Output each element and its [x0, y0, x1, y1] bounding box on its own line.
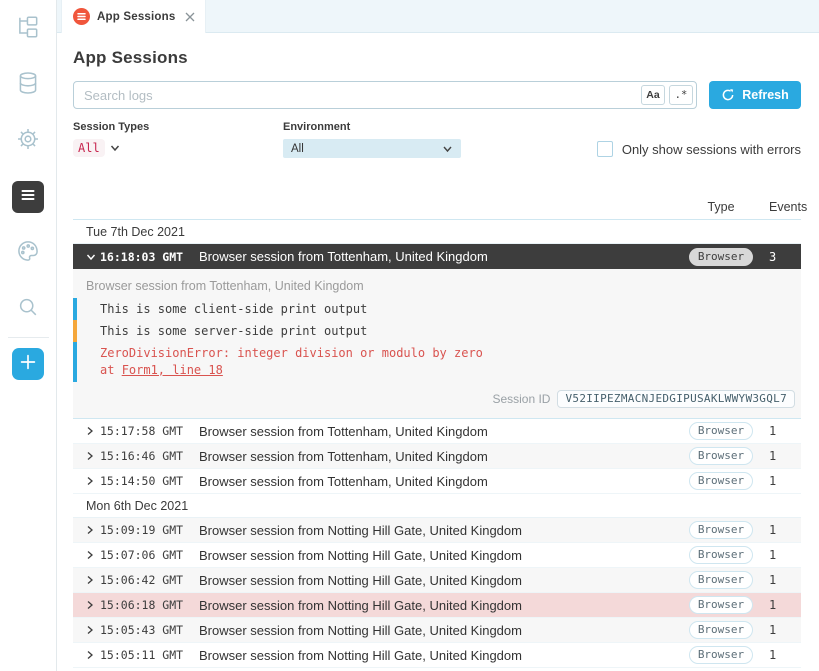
chevron-down-icon: [110, 144, 120, 152]
gear-icon: [15, 126, 41, 157]
session-row[interactable]: 15:05:43 GMT Browser session from Nottin…: [73, 618, 801, 643]
search-input[interactable]: [84, 88, 637, 103]
session-id-row: Session ID V52IIPEZMACNJEDGIPUSAKLWWYW3G…: [73, 390, 801, 408]
session-type-badge: Browser: [689, 248, 753, 266]
search-row: Aa .* Refresh: [73, 81, 801, 109]
type-column-header: Type: [687, 200, 755, 214]
sitemap-icon: [15, 14, 41, 45]
session-type-badge: Browser: [689, 447, 753, 465]
refresh-icon: [721, 88, 735, 102]
table-header: Type Events: [73, 194, 801, 220]
environment-label: Environment: [283, 121, 541, 133]
session-row-expanded[interactable]: 16:18:03 GMT Browser session from Totten…: [73, 244, 801, 269]
session-row[interactable]: 15:07:06 GMT Browser session from Nottin…: [73, 543, 801, 568]
errors-only-checkbox[interactable]: [597, 141, 613, 157]
session-type-badge: Browser: [689, 521, 753, 539]
session-row[interactable]: 15:17:58 GMT Browser session from Totten…: [73, 419, 801, 444]
session-row[interactable]: 15:09:19 GMT Browser session from Nottin…: [73, 518, 801, 543]
chevron-right-icon: [86, 650, 100, 660]
session-type-badge: Browser: [689, 571, 753, 589]
error-location-prefix: at: [100, 363, 122, 377]
session-detail-panel: Browser session from Tottenham, United K…: [73, 269, 801, 419]
sessions-table: Type Events Tue 7th Dec 2021 16:18:03 GM…: [73, 194, 801, 668]
page-title: App Sessions: [73, 48, 801, 68]
error-message: ZeroDivisionError: integer division or m…: [100, 345, 801, 362]
sidebar-item-search[interactable]: [12, 293, 44, 325]
session-row[interactable]: 15:05:11 GMT Browser session from Nottin…: [73, 643, 801, 668]
session-id-value: V52IIPEZMACNJEDGIPUSAKLWWYW3GQL7: [557, 390, 795, 408]
filter-bar: Session Types All Environment All Only: [73, 121, 801, 158]
session-row[interactable]: 15:06:42 GMT Browser session from Nottin…: [73, 568, 801, 593]
refresh-button[interactable]: Refresh: [709, 81, 801, 109]
session-id-label: Session ID: [492, 392, 550, 406]
date-group-header: Tue 7th Dec 2021: [73, 220, 801, 244]
session-detail-title: Browser session from Tottenham, United K…: [73, 279, 801, 293]
chevron-right-icon: [86, 575, 100, 585]
regex-button[interactable]: .*: [669, 85, 693, 105]
sidebar: [0, 0, 57, 671]
environment-value: All: [291, 143, 304, 155]
tab-label: App Sessions: [97, 11, 175, 23]
session-row[interactable]: 15:14:50 GMT Browser session from Totten…: [73, 469, 801, 494]
log-line-server: This is some server-side print output: [73, 320, 801, 342]
session-title: Browser session from Tottenham, United K…: [199, 249, 687, 264]
session-type-badge: Browser: [689, 546, 753, 564]
palette-icon: [15, 238, 41, 269]
events-column-header: Events: [755, 200, 801, 214]
chevron-right-icon: [86, 600, 100, 610]
tab-bar: App Sessions: [57, 0, 819, 33]
sidebar-item-settings[interactable]: [12, 125, 44, 157]
session-type-badge: Browser: [689, 621, 753, 639]
errors-only-label: Only show sessions with errors: [622, 142, 801, 157]
app-logs-icon: [16, 183, 40, 212]
tab-app-sessions[interactable]: App Sessions: [62, 0, 205, 33]
sidebar-item-app-logs[interactable]: [12, 181, 44, 213]
session-types-dropdown[interactable]: All: [73, 139, 120, 157]
log-line-error: ZeroDivisionError: integer division or m…: [73, 342, 801, 382]
close-icon[interactable]: [185, 12, 195, 22]
add-button[interactable]: [12, 348, 44, 380]
session-type-badge: Browser: [689, 596, 753, 614]
client-output-bar: [73, 342, 77, 382]
search-icon: [15, 294, 41, 325]
chevron-down-icon: [86, 253, 100, 261]
client-output-bar: [73, 298, 77, 320]
session-row[interactable]: 15:16:46 GMT Browser session from Totten…: [73, 444, 801, 469]
chevron-right-icon: [86, 426, 100, 436]
session-type-badge: Browser: [689, 422, 753, 440]
sidebar-item-app-structure[interactable]: [12, 13, 44, 45]
app-sessions-icon: [73, 8, 90, 25]
session-time: 16:18:03 GMT: [100, 250, 199, 264]
server-output-bar: [73, 320, 77, 342]
sidebar-item-data-tables[interactable]: [12, 69, 44, 101]
chevron-right-icon: [86, 451, 100, 461]
chevron-right-icon: [86, 625, 100, 635]
log-line-client: This is some client-side print output: [73, 298, 801, 320]
date-group-header: Mon 6th Dec 2021: [73, 494, 801, 518]
refresh-label: Refresh: [742, 88, 789, 102]
error-location-link[interactable]: Form1, line 18: [122, 363, 223, 377]
sidebar-divider: [8, 337, 49, 338]
session-type-badge: Browser: [689, 472, 753, 490]
chevron-down-icon: [442, 145, 453, 153]
match-case-button[interactable]: Aa: [641, 85, 665, 105]
chevron-right-icon: [86, 476, 100, 486]
plus-icon: [17, 351, 39, 378]
chevron-right-icon: [86, 525, 100, 535]
session-row-error[interactable]: 15:06:18 GMT Browser session from Nottin…: [73, 593, 801, 618]
session-types-value: All: [73, 139, 105, 157]
app-window: App Sessions App Sessions Aa .* Refresh: [0, 0, 819, 671]
database-icon: [15, 70, 41, 101]
session-type-badge: Browser: [689, 646, 753, 664]
environment-select[interactable]: All: [283, 139, 461, 158]
search-box: Aa .*: [73, 81, 697, 109]
session-events-count: 3: [755, 250, 801, 264]
chevron-right-icon: [86, 550, 100, 560]
session-types-label: Session Types: [73, 121, 283, 133]
sidebar-item-theme[interactable]: [12, 237, 44, 269]
